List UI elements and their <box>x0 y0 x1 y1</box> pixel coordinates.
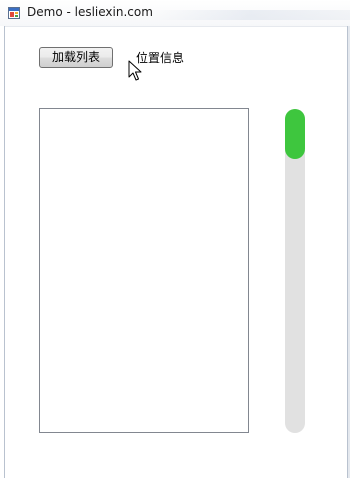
title-bar-background-blur <box>150 10 350 20</box>
scrollbar-thumb[interactable] <box>285 109 305 159</box>
window-frame-left <box>4 26 5 478</box>
app-window-icon[interactable] <box>8 7 20 19</box>
app-window: Demo - lesliexin.com 加载列表 位置信息 <box>0 0 350 478</box>
title-bar[interactable]: Demo - lesliexin.com <box>0 0 350 26</box>
item-list-box[interactable] <box>39 108 249 433</box>
mouse-pointer-icon <box>128 60 142 81</box>
position-info-label: 位置信息 <box>136 51 185 65</box>
title-separator <box>5 26 347 27</box>
load-list-button[interactable]: 加载列表 <box>39 47 113 68</box>
window-title: Demo - lesliexin.com <box>27 5 153 19</box>
